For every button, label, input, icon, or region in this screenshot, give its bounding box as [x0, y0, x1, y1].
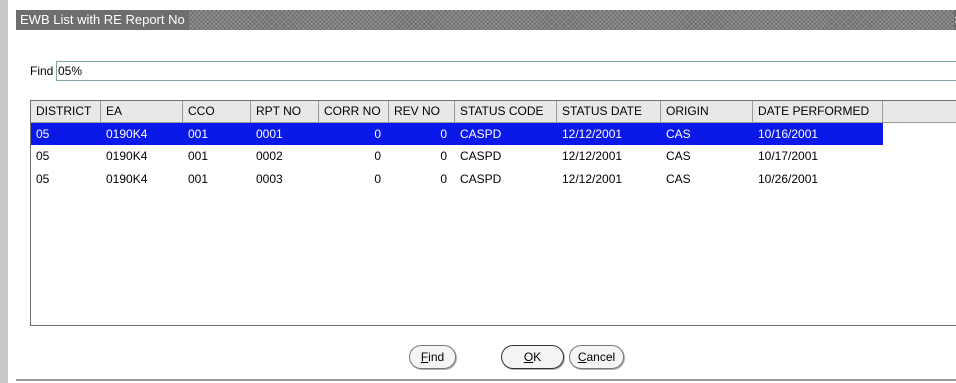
column-header[interactable]: EA [101, 101, 183, 123]
cell-corr-no[interactable]: 0 [319, 123, 389, 145]
cell-date-performed[interactable]: 10/16/2001 [753, 123, 883, 145]
cell-origin[interactable]: CAS [661, 123, 753, 145]
column-header[interactable]: STATUS CODE [455, 101, 557, 123]
ok-mnemonic: O [523, 350, 534, 364]
cell-status-date[interactable]: 12/12/2001 [557, 168, 661, 191]
grid-header: DISTRICT EA CCO RPT NO CORR NO REV NO ST… [31, 101, 956, 123]
find-input[interactable] [56, 61, 956, 81]
cell-rev-no[interactable]: 0 [389, 123, 455, 145]
window-title: EWB List with RE Report No [16, 10, 189, 30]
title-bar[interactable]: EWB List with RE Report No × [16, 10, 956, 30]
find-label: Find [30, 64, 54, 78]
find-button-label: ind [428, 350, 445, 364]
grid-body: 05 0190K4 001 0001 0 0 CASPD 12/12/2001 … [31, 123, 956, 191]
column-header[interactable]: CORR NO [319, 101, 389, 123]
table-row[interactable]: 05 0190K4 001 0003 0 0 CASPD 12/12/2001 … [31, 168, 956, 191]
cell-rpt-no[interactable]: 0002 [251, 145, 319, 168]
cell-district[interactable]: 05 [31, 123, 101, 145]
cell-corr-no[interactable]: 0 [319, 168, 389, 191]
cell-cco[interactable]: 001 [183, 145, 251, 168]
column-header[interactable]: STATUS DATE [557, 101, 661, 123]
cell-origin[interactable]: CAS [661, 168, 753, 191]
cell-rev-no[interactable]: 0 [389, 168, 455, 191]
cell-date-performed[interactable]: 10/26/2001 [753, 168, 883, 191]
results-grid[interactable]: DISTRICT EA CCO RPT NO CORR NO REV NO ST… [30, 100, 956, 326]
table-row[interactable]: 05 0190K4 001 0001 0 0 CASPD 12/12/2001 … [31, 123, 956, 145]
button-bar: Find OK Cancel [8, 345, 956, 371]
cell-cco[interactable]: 001 [183, 123, 251, 145]
find-button[interactable]: Find [409, 345, 456, 369]
table-row[interactable]: 05 0190K4 001 0002 0 0 CASPD 12/12/2001 … [31, 145, 956, 168]
cell-date-performed[interactable]: 10/17/2001 [753, 145, 883, 168]
cancel-button-label: ancel [586, 350, 616, 364]
ok-button[interactable]: OK [501, 345, 564, 369]
column-header[interactable]: DISTRICT [31, 101, 101, 123]
cell-status-code[interactable]: CASPD [455, 123, 557, 145]
cell-status-code[interactable]: CASPD [455, 145, 557, 168]
column-header[interactable]: RPT NO [251, 101, 319, 123]
cell-district[interactable]: 05 [31, 145, 101, 168]
cell-rpt-no[interactable]: 0003 [251, 168, 319, 191]
cell-ea[interactable]: 0190K4 [101, 168, 183, 191]
cell-status-code[interactable]: CASPD [455, 168, 557, 191]
dialog-window: EWB List with RE Report No × Find DISTRI… [0, 0, 956, 383]
column-header[interactable]: ORIGIN [661, 101, 753, 123]
column-header-filler [883, 101, 956, 123]
cell-ea[interactable]: 0190K4 [101, 123, 183, 145]
cell-corr-no[interactable]: 0 [319, 145, 389, 168]
cell-status-date[interactable]: 12/12/2001 [557, 145, 661, 168]
ok-button-label: K [533, 350, 542, 364]
cell-origin[interactable]: CAS [661, 145, 753, 168]
cell-rev-no[interactable]: 0 [389, 145, 455, 168]
column-header[interactable]: REV NO [389, 101, 455, 123]
cancel-button[interactable]: Cancel [569, 345, 624, 369]
cell-ea[interactable]: 0190K4 [101, 145, 183, 168]
bottom-divider [16, 379, 956, 381]
cell-status-date[interactable]: 12/12/2001 [557, 123, 661, 145]
column-header[interactable]: CCO [183, 101, 251, 123]
column-header[interactable]: DATE PERFORMED [753, 101, 883, 123]
cell-cco[interactable]: 001 [183, 168, 251, 191]
cell-rpt-no[interactable]: 0001 [251, 123, 319, 145]
cell-district[interactable]: 05 [31, 168, 101, 191]
